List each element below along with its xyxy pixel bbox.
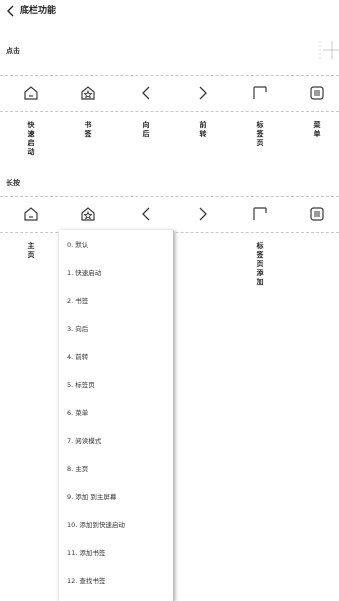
tabs-icon[interactable] <box>252 85 268 101</box>
long-press-icon-bar <box>0 196 339 232</box>
top-bar: 底栏功能 <box>0 0 339 22</box>
long-press-label-home: 主页 <box>27 242 35 259</box>
dropdown-option[interactable]: 9. 添加 到主屏幕 <box>67 493 116 501</box>
page-title: 底栏功能 <box>20 6 57 16</box>
tap-label-forward: 前转 <box>199 121 207 138</box>
bookmark-star-icon[interactable] <box>80 206 96 222</box>
dropdown-option[interactable]: 3. 向后 <box>67 325 88 333</box>
dropdown-option[interactable]: 5. 标签页 <box>67 381 95 389</box>
chevron-right-icon[interactable] <box>195 85 211 101</box>
dropdown-option[interactable]: 6. 菜单 <box>67 409 88 417</box>
chevron-left-icon[interactable] <box>138 85 154 101</box>
tap-section-label: 点击 <box>6 47 20 55</box>
dropdown-option[interactable]: 11. 添加书签 <box>67 549 105 557</box>
long-press-label-add-tab: 标签页添加 <box>256 242 264 286</box>
home-icon[interactable] <box>23 206 39 222</box>
tap-label-menu: 菜单 <box>313 121 321 138</box>
tabs-icon[interactable] <box>252 206 268 222</box>
tap-label-tabs: 标签页 <box>256 121 264 147</box>
action-dropdown[interactable]: 0. 默认 1. 快速启动 2. 书签 3. 向后 4. 前转 5. 标签页 6… <box>59 230 174 601</box>
dropdown-option[interactable]: 1. 快速启动 <box>67 269 101 277</box>
dropdown-option[interactable]: 10. 添加到快速启动 <box>67 521 125 529</box>
dropdown-option[interactable]: 2. 书签 <box>67 297 88 305</box>
menu-icon[interactable] <box>309 85 325 101</box>
divider <box>0 111 339 112</box>
dropdown-option[interactable]: 0. 默认 <box>67 241 88 249</box>
tap-label-back: 向后 <box>142 121 150 138</box>
dropdown-option[interactable]: 8. 主页 <box>67 465 88 473</box>
add-plus-icon[interactable] <box>319 37 339 61</box>
dropdown-option[interactable]: 12. 查找书签 <box>67 577 105 585</box>
chevron-left-icon[interactable] <box>138 206 154 222</box>
menu-icon[interactable] <box>309 206 325 222</box>
tap-icon-bar <box>0 75 339 111</box>
chevron-right-icon[interactable] <box>195 206 211 222</box>
back-chevron-icon[interactable] <box>5 4 17 18</box>
bookmark-star-icon[interactable] <box>80 85 96 101</box>
home-icon[interactable] <box>23 85 39 101</box>
dropdown-option[interactable]: 7. 阅读模式 <box>67 437 101 445</box>
dropdown-option[interactable]: 4. 前转 <box>67 353 88 361</box>
tap-label-quick-start: 快速启动 <box>27 121 35 156</box>
long-press-section-label: 长按 <box>6 179 20 187</box>
tap-label-bookmarks: 书签 <box>84 121 92 138</box>
